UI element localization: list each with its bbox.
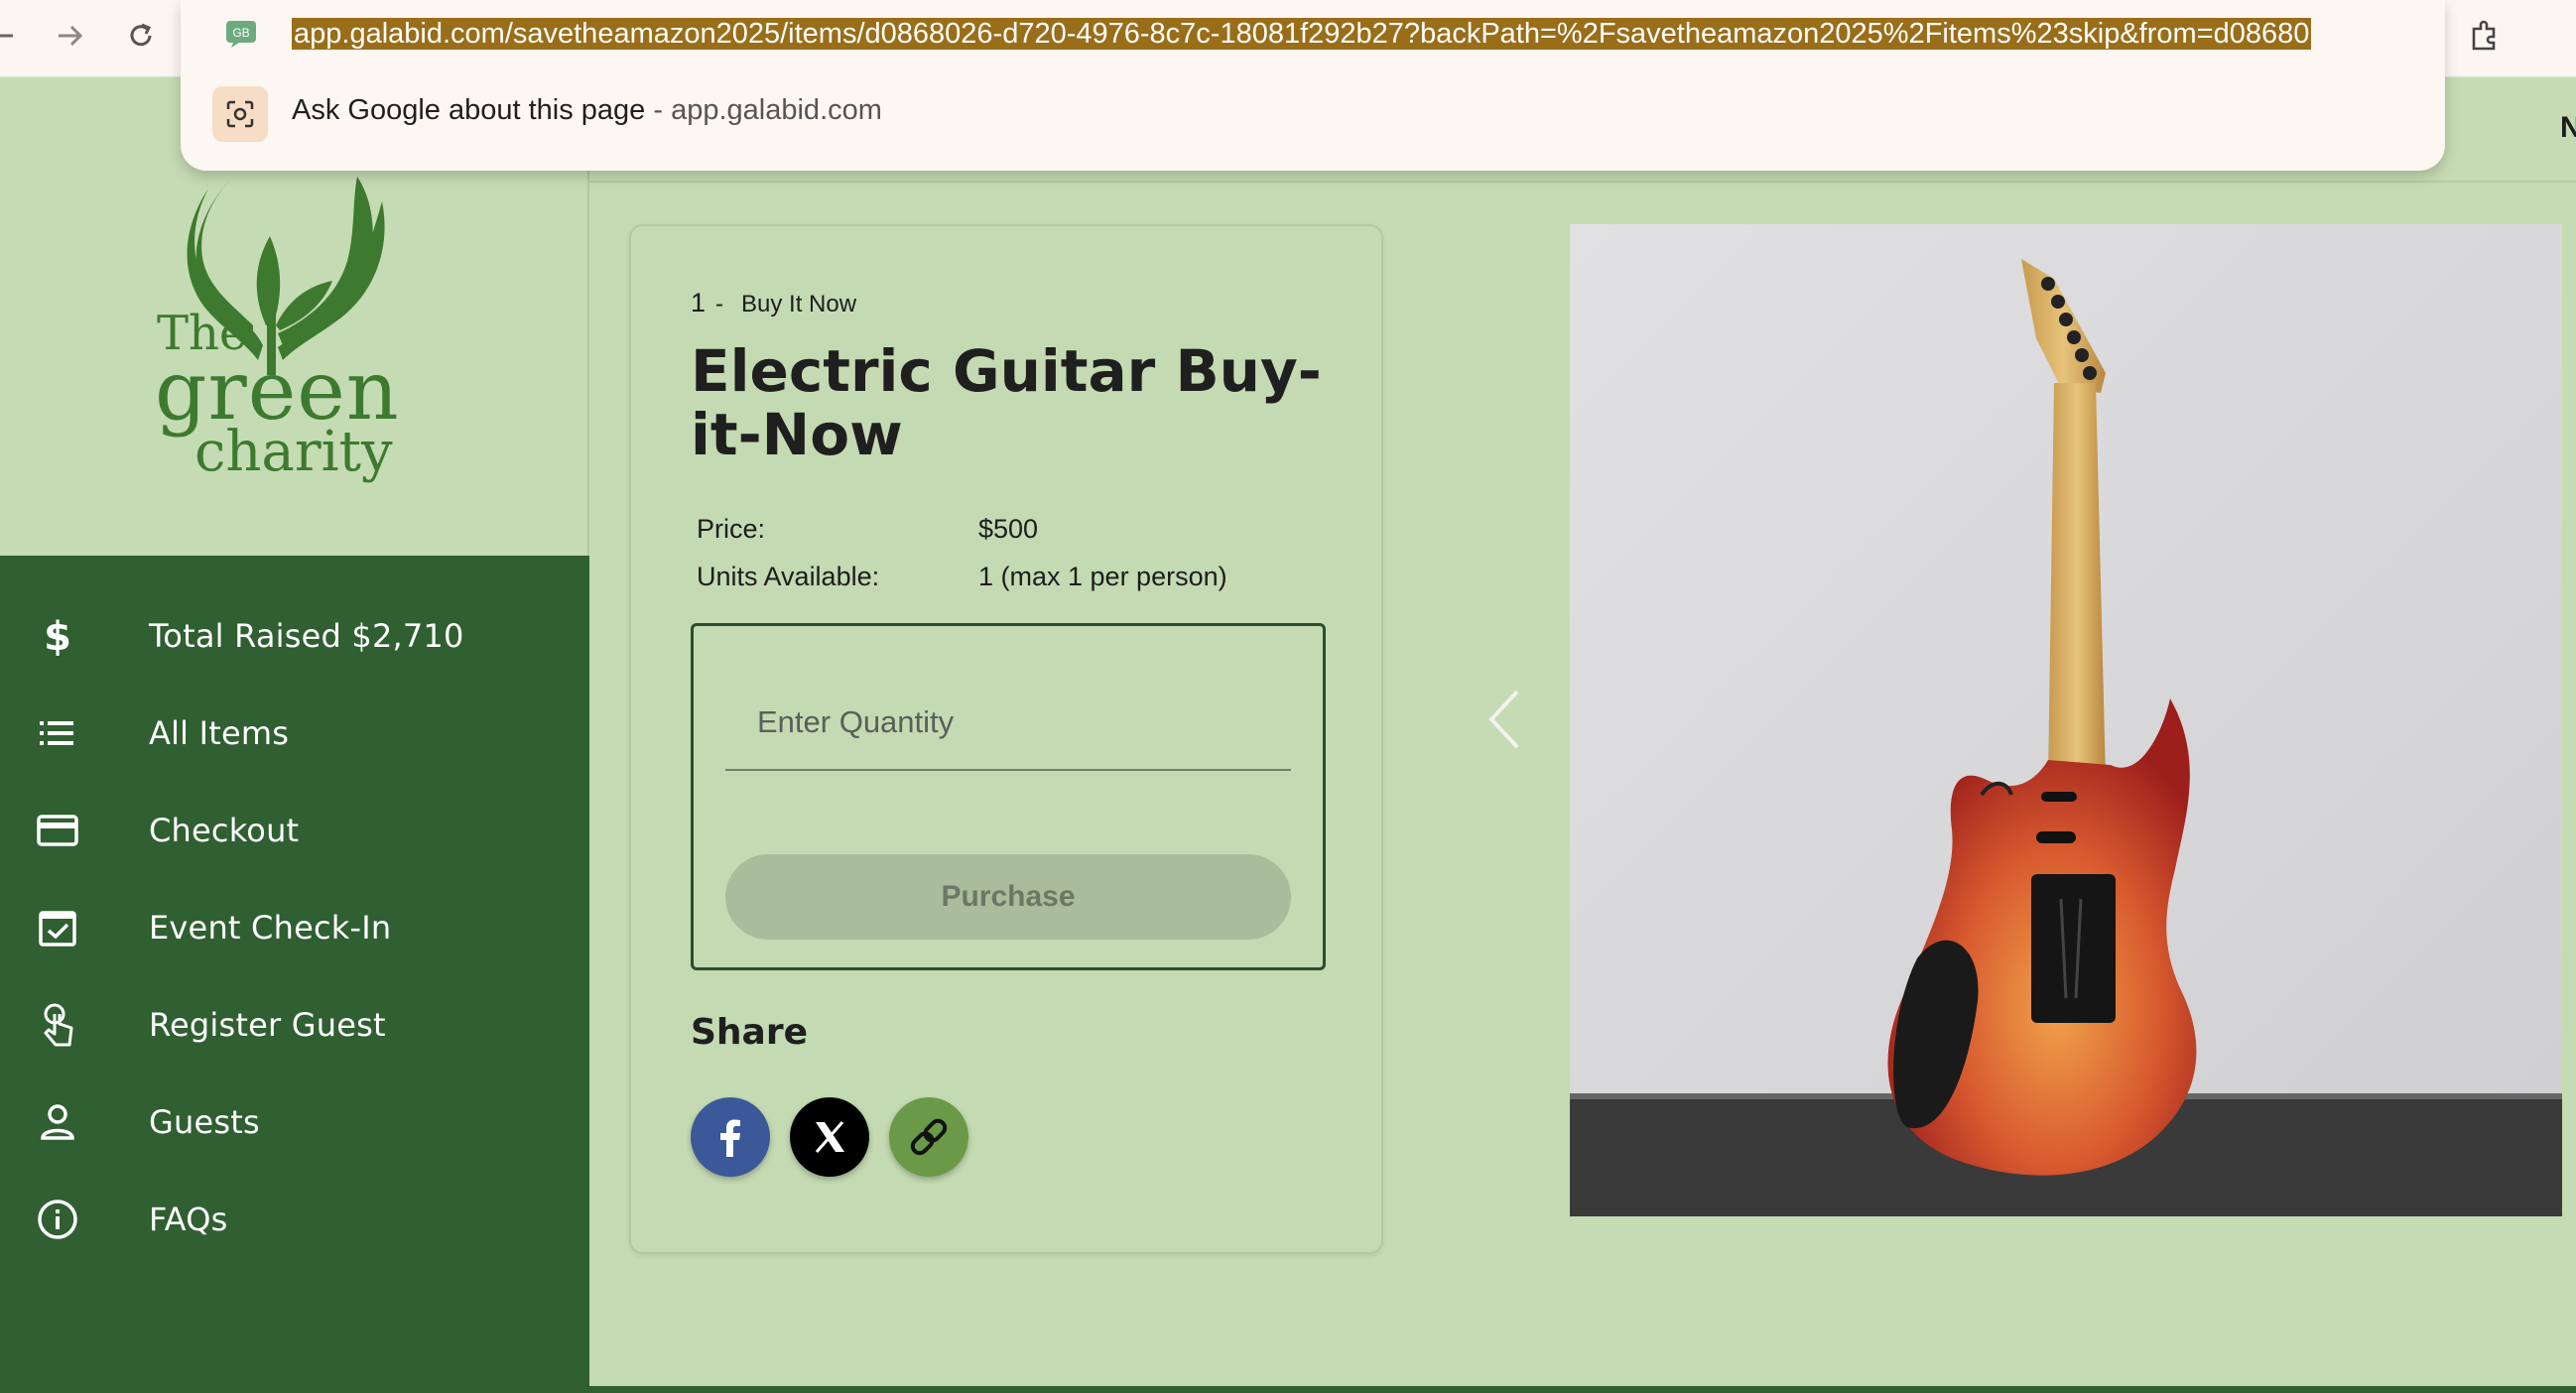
- dollar-icon: $: [34, 612, 81, 660]
- credit-card-icon: [34, 807, 81, 854]
- ask-google-suggestion[interactable]: Ask Google about this page - app.galabid…: [292, 94, 882, 127]
- share-x-button[interactable]: [790, 1097, 869, 1177]
- site-chip-text: GB: [232, 26, 249, 40]
- share-facebook-button[interactable]: [691, 1097, 770, 1177]
- sidebar-item-label: Total Raised $2,710: [149, 617, 464, 655]
- sidebar-item-register-guest[interactable]: Register Guest: [0, 976, 589, 1074]
- sidebar-item-label: FAQs: [149, 1201, 228, 1238]
- gallery-prev-button[interactable]: [1479, 685, 1528, 754]
- logo-text: The green charity: [155, 310, 400, 480]
- footer-divider: [589, 1386, 2576, 1393]
- units-value: 1 (max 1 per person): [978, 562, 1227, 591]
- header-divider: [589, 181, 2576, 183]
- person-icon: [34, 1098, 81, 1146]
- sidebar-item-label: Checkout: [149, 812, 300, 849]
- google-lens-icon: [212, 86, 268, 142]
- suggestion-label: Ask Google about this page: [292, 94, 646, 126]
- suggestion-domain: app.galabid.com: [671, 94, 882, 126]
- share-link-button[interactable]: [889, 1097, 968, 1177]
- suggestion-separator: -: [645, 94, 672, 126]
- url-text: app.galabid.com/savetheamazon2025/items/…: [292, 18, 2312, 50]
- forward-button[interactable]: [48, 14, 91, 58]
- list-icon: [34, 709, 81, 757]
- sidebar-item-faqs[interactable]: FAQs: [0, 1171, 589, 1268]
- touch-icon: [34, 1001, 81, 1049]
- facebook-icon: [720, 1119, 740, 1157]
- sidebar-item-total-raised[interactable]: $ Total Raised $2,710: [0, 587, 589, 685]
- units-label: Units Available:: [697, 562, 880, 591]
- address-bar-dropdown: GB app.galabid.com/savetheamazon2025/ite…: [181, 0, 2445, 171]
- item-lot-line: 1- Buy It Now: [691, 288, 856, 318]
- sidebar-item-checkout[interactable]: Checkout: [0, 782, 589, 879]
- sidebar-item-event-check-in[interactable]: Event Check-In: [0, 879, 589, 976]
- item-type: Buy It Now: [741, 291, 857, 317]
- share-title: Share: [691, 1012, 809, 1053]
- extensions-button[interactable]: [2461, 12, 2509, 60]
- item-photo[interactable]: [1570, 224, 2562, 1216]
- item-separator: -: [715, 291, 724, 317]
- item-card: 1- Buy It Now Electric Guitar Buy-it-Now …: [629, 224, 1383, 1254]
- sidebar-item-label: Event Check-In: [149, 909, 392, 947]
- item-number: 1: [691, 288, 707, 317]
- reload-icon: [130, 23, 152, 47]
- forward-arrow-icon: [59, 25, 83, 47]
- price-value: $500: [978, 514, 1039, 544]
- back-button[interactable]: [0, 14, 22, 58]
- calendar-check-icon: [34, 904, 81, 951]
- purchase-form: Purchase: [691, 623, 1326, 970]
- site-favicon-icon: GB: [222, 14, 262, 54]
- reload-button[interactable]: [119, 14, 163, 58]
- link-icon: [910, 1118, 948, 1156]
- item-title: Electric Guitar Buy-it-Now: [691, 337, 1322, 468]
- purchase-button[interactable]: Purchase: [725, 854, 1291, 940]
- x-icon: [815, 1121, 844, 1153]
- svg-text:$: $: [44, 614, 71, 658]
- sidebar-nav: $ Total Raised $2,710 All Items Checkout…: [0, 556, 589, 1393]
- header-letter: N: [2560, 111, 2576, 144]
- sidebar-item-label: Register Guest: [149, 1006, 386, 1044]
- price-row: Price: $500: [697, 514, 1038, 545]
- info-icon: [34, 1196, 81, 1243]
- sidebar-item-label: Guests: [149, 1103, 260, 1141]
- sidebar-item-all-items[interactable]: All Items: [0, 685, 589, 782]
- price-label: Price:: [697, 514, 766, 544]
- back-arrow-icon: [0, 34, 13, 38]
- puzzle-icon: [2472, 20, 2496, 51]
- url-field[interactable]: app.galabid.com/savetheamazon2025/items/…: [292, 14, 2403, 54]
- logo-line-charity: charity: [194, 420, 393, 484]
- guitar-image: [1570, 224, 2562, 1216]
- sidebar-item-guests[interactable]: Guests: [0, 1074, 589, 1171]
- chevron-left-icon: [1488, 690, 1519, 749]
- units-row: Units Available: 1 (max 1 per person): [697, 562, 1227, 592]
- quantity-input[interactable]: [725, 676, 1291, 771]
- sidebar-item-label: All Items: [149, 714, 290, 752]
